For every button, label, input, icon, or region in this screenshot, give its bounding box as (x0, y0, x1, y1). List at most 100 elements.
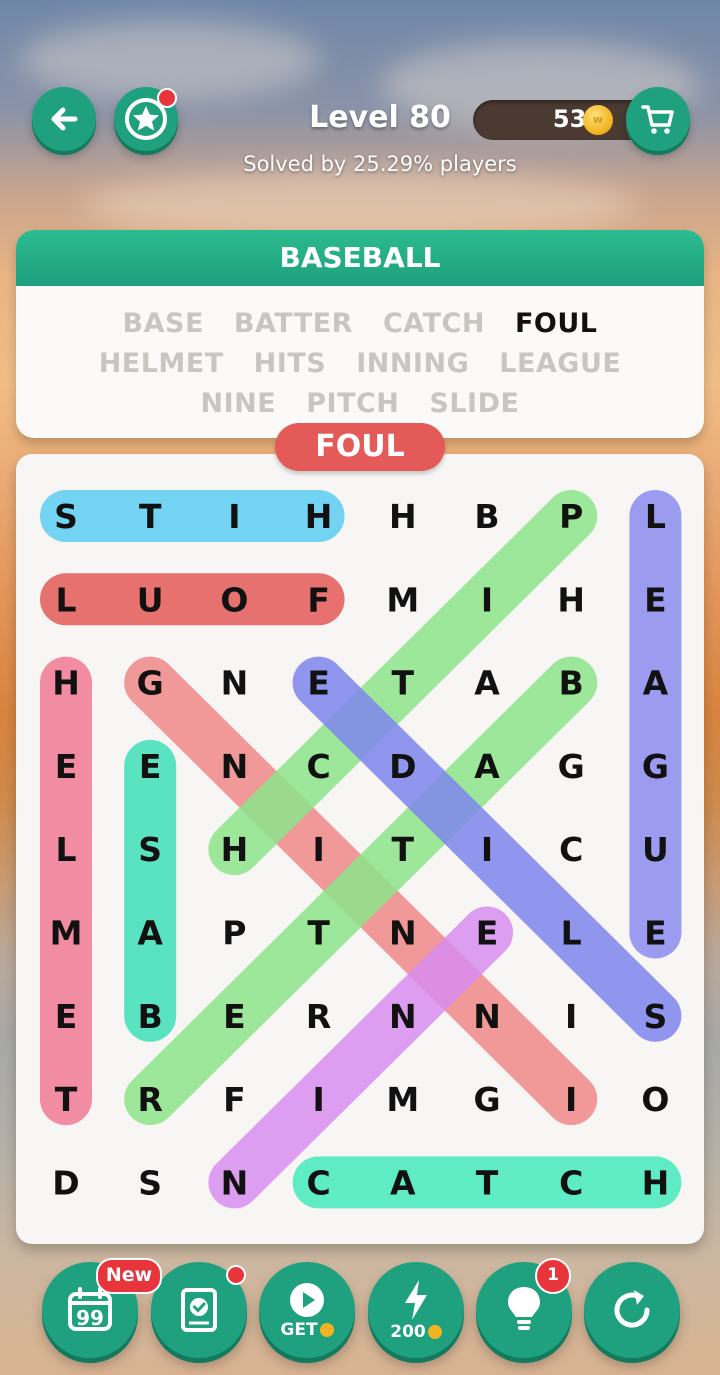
notification-dot (157, 88, 177, 108)
grid-letter[interactable]: N (221, 747, 249, 786)
word-helmet: HELMET (98, 348, 224, 379)
lightning-icon (405, 1280, 427, 1320)
word-row-1: BASE BATTER CATCH FOUL (16, 308, 704, 339)
letter-grid[interactable]: S T I H H B P L L U O F M I H E H G N E T A B A E E N C D A G G L S H I T I C U… (16, 454, 704, 1244)
grid-letter[interactable]: S (138, 830, 162, 869)
grid-letter[interactable]: C (306, 1163, 330, 1202)
grid-letter[interactable]: D (389, 747, 416, 786)
new-badge: New (96, 1258, 162, 1294)
lightbulb-icon (508, 1287, 540, 1330)
grid-letter[interactable]: A (474, 747, 500, 786)
grid-letter[interactable]: E (644, 914, 667, 953)
grid-letter[interactable]: T (392, 830, 415, 869)
word-hits: HITS (253, 348, 327, 379)
grid-letter[interactable]: R (137, 1080, 162, 1119)
grid-letter[interactable]: I (481, 580, 493, 619)
grid-letter[interactable]: T (307, 914, 330, 953)
grid-letter[interactable]: H (221, 830, 249, 869)
back-button[interactable] (32, 87, 96, 151)
grid-letter[interactable]: U (642, 830, 669, 869)
grid-letter[interactable]: G (558, 747, 585, 786)
grid-letter[interactable]: E (476, 914, 499, 953)
grid-letter[interactable]: B (138, 997, 163, 1036)
grid-letter[interactable]: G (137, 664, 164, 703)
grid-letter[interactable]: M (50, 914, 83, 953)
grid-letter[interactable]: I (312, 830, 324, 869)
grid-letter[interactable]: N (221, 664, 249, 703)
grid-letter[interactable]: P (222, 914, 246, 953)
grid-letter[interactable]: D (52, 1163, 79, 1202)
grid-letter[interactable]: H (557, 580, 585, 619)
letter-grid-board[interactable]: S T I H H B P L L U O F M I H E H G N E T A B A E E N C D A G G L S H I T I C U… (16, 454, 704, 1244)
watch-video-button[interactable]: GET (259, 1262, 355, 1358)
grid-letter[interactable]: I (312, 1080, 324, 1119)
svg-text:99: 99 (76, 1306, 104, 1330)
boost-button[interactable]: 200 (368, 1262, 464, 1358)
grid-letter[interactable]: G (642, 747, 669, 786)
boost-cost: 200 (390, 1322, 426, 1342)
grid-letter[interactable]: A (137, 914, 163, 953)
grid-letter[interactable]: E (139, 747, 162, 786)
grid-letter[interactable]: L (55, 580, 76, 619)
word-batter: BATTER (233, 308, 353, 339)
grid-letter[interactable]: F (307, 580, 330, 619)
current-word-pill: FOUL (275, 423, 445, 471)
grid-letter[interactable]: E (644, 580, 667, 619)
word-league: LEAGUE (499, 348, 622, 379)
grid-letter[interactable]: H (642, 1163, 670, 1202)
restart-button[interactable] (584, 1262, 680, 1358)
grid-letter[interactable]: T (392, 664, 415, 703)
shop-button[interactable] (626, 87, 690, 151)
grid-letter[interactable]: L (645, 497, 666, 536)
grid-letter[interactable]: A (390, 1163, 416, 1202)
coin-icon: w (583, 105, 613, 135)
grid-letter[interactable]: O (641, 1080, 669, 1119)
grid-letter[interactable]: H (305, 497, 333, 536)
grid-letter[interactable]: N (389, 997, 417, 1036)
grid-letter[interactable]: N (389, 914, 417, 953)
grid-letter[interactable]: T (55, 1080, 78, 1119)
grid-letter[interactable]: A (474, 664, 500, 703)
grid-letter[interactable]: C (306, 747, 330, 786)
grid-letter[interactable]: I (565, 997, 577, 1036)
grid-letter[interactable]: E (223, 997, 246, 1036)
grid-letter[interactable]: G (473, 1080, 500, 1119)
grid-letter[interactable]: I (565, 1080, 577, 1119)
grid-letter[interactable]: N (473, 997, 501, 1036)
grid-letter[interactable]: F (223, 1080, 246, 1119)
grid-letter[interactable]: P (559, 497, 583, 536)
grid-letter[interactable]: M (386, 1080, 419, 1119)
grid-letter[interactable]: C (559, 830, 583, 869)
word-pitch: PITCH (306, 388, 400, 419)
grid-letter[interactable]: H (52, 664, 80, 703)
word-slide: SLIDE (429, 388, 520, 419)
grid-letter[interactable]: T (476, 1163, 499, 1202)
grid-letter[interactable]: C (559, 1163, 583, 1202)
grid-letter[interactable]: E (307, 664, 330, 703)
grid-letter[interactable]: B (559, 664, 584, 703)
grid-letter[interactable]: S (644, 997, 668, 1036)
grid-letter[interactable]: B (474, 497, 499, 536)
word-list-panel: BASEBALL BASE BATTER CATCH FOUL HELMET HITS I… (16, 230, 704, 438)
grid-letter[interactable]: M (386, 580, 419, 619)
grid-letter[interactable]: O (220, 580, 248, 619)
grid-letter[interactable]: T (139, 497, 162, 536)
grid-letter[interactable]: L (55, 830, 76, 869)
word-row-2: HELMET HITS INNING LEAGUE (16, 348, 704, 379)
get-text: GET (280, 1320, 318, 1340)
arrow-left-icon (51, 107, 78, 131)
word-catch: CATCH (382, 308, 485, 339)
grid-letter[interactable]: N (221, 1163, 249, 1202)
grid-letter[interactable]: L (561, 914, 582, 953)
grid-letter[interactable]: U (137, 580, 164, 619)
grid-letter[interactable]: S (54, 497, 78, 536)
notification-dot (226, 1265, 246, 1285)
grid-letter[interactable]: I (228, 497, 240, 536)
grid-letter[interactable]: H (389, 497, 417, 536)
grid-letter[interactable]: I (481, 830, 493, 869)
grid-letter[interactable]: E (55, 997, 78, 1036)
grid-letter[interactable]: A (643, 664, 669, 703)
grid-letter[interactable]: E (55, 747, 78, 786)
grid-letter[interactable]: R (306, 997, 331, 1036)
grid-letter[interactable]: S (138, 1163, 162, 1202)
